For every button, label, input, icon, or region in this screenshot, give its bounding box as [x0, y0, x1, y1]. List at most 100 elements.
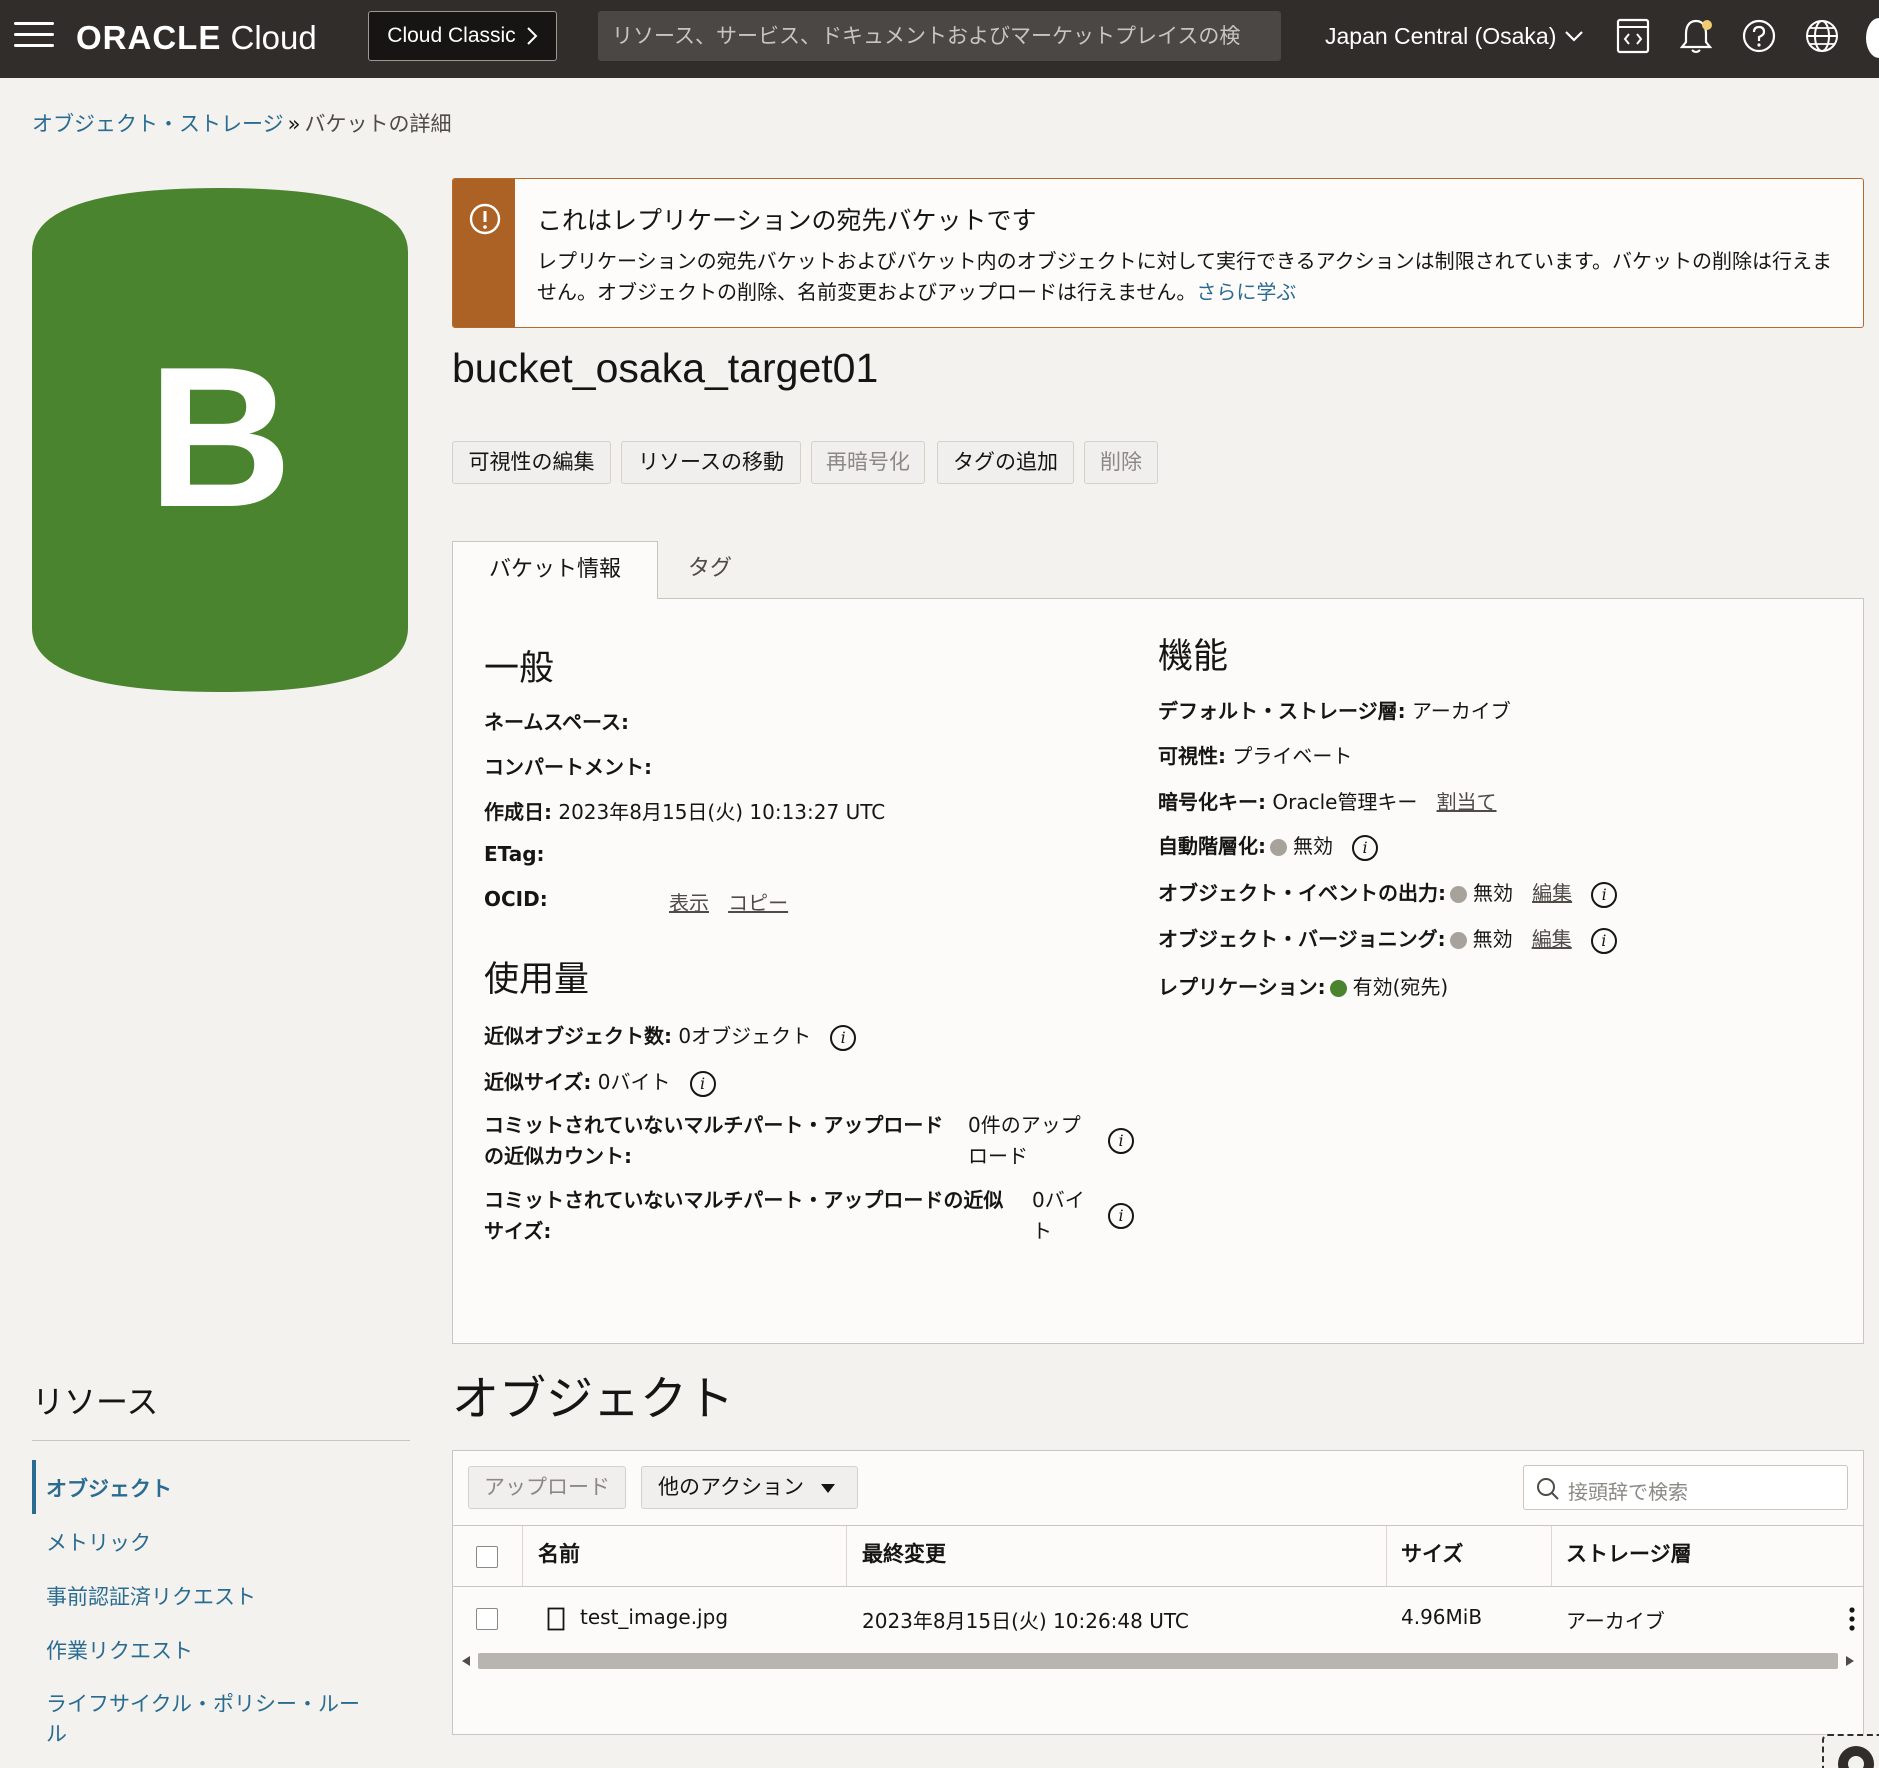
- encryption-key-row: 暗号化キー: Oracle管理キー 割当て: [1158, 786, 1497, 815]
- edit-versioning-link[interactable]: 編集: [1532, 927, 1572, 951]
- active-indicator: [32, 1460, 36, 1514]
- info-icon[interactable]: i: [1590, 927, 1617, 954]
- edit-events-link[interactable]: 編集: [1532, 881, 1572, 905]
- column-header-storage-tier[interactable]: ストレージ層: [1566, 1538, 1692, 1568]
- object-modified: 2023年8月15日(火) 10:26:48 UTC: [862, 1609, 1189, 1633]
- breadcrumb: オブジェクト・ストレージ» バケットの詳細: [32, 108, 451, 138]
- sidebar-item-preauth-requests[interactable]: 事前認証済リクエスト: [46, 1581, 256, 1611]
- general-heading: 一般: [484, 649, 555, 689]
- chevron-right-icon: [526, 27, 538, 45]
- multipart-count-label: コミットされていないマルチパート・アップロードの近似カウント:: [484, 1113, 944, 1168]
- select-all-checkbox[interactable]: [476, 1546, 498, 1568]
- notification-bell-icon[interactable]: [1674, 14, 1718, 58]
- versioning-label: オブジェクト・バージョニング:: [1158, 927, 1446, 951]
- caret-down-icon: [821, 1484, 835, 1493]
- page-title: bucket_osaka_target01: [452, 345, 879, 391]
- file-icon: [547, 1607, 565, 1631]
- prefix-search-input[interactable]: 接頭辞で検索: [1523, 1465, 1848, 1510]
- compartment-label: コンパートメント:: [484, 755, 652, 779]
- search-placeholder: 接頭辞で検索: [1568, 1480, 1688, 1504]
- breadcrumb-separator: »: [287, 112, 301, 136]
- encryption-key-value: Oracle管理キー: [1272, 790, 1418, 814]
- replication-row: レプリケーション: 有効(宛先): [1158, 971, 1448, 1000]
- info-icon[interactable]: i: [1108, 1128, 1134, 1154]
- column-divider: [846, 1526, 847, 1586]
- delete-button[interactable]: 削除: [1084, 441, 1158, 484]
- column-divider: [522, 1526, 523, 1586]
- visibility-label: 可視性:: [1158, 744, 1226, 768]
- code-editor-icon[interactable]: [1611, 14, 1655, 58]
- breadcrumb-object-storage-link[interactable]: オブジェクト・ストレージ: [32, 112, 284, 136]
- move-resource-button[interactable]: リソースの移動: [621, 441, 801, 484]
- top-navigation-bar: ORACLE Cloud Cloud Classic リソース、サービス、ドキュ…: [0, 0, 1879, 78]
- banner-title: これはレプリケーションの宛先バケットです: [537, 206, 1037, 235]
- cloud-classic-button[interactable]: Cloud Classic: [368, 11, 557, 61]
- info-icon[interactable]: i: [1352, 834, 1379, 861]
- info-icon[interactable]: i: [1591, 881, 1618, 908]
- visibility-value: プライベート: [1232, 744, 1353, 768]
- scroll-right-icon[interactable]: [1846, 1656, 1854, 1666]
- ocid-show-link[interactable]: 表示: [669, 891, 709, 915]
- column-header-name[interactable]: 名前: [538, 1538, 580, 1568]
- column-header-size[interactable]: サイズ: [1401, 1538, 1463, 1568]
- created-value: 2023年8月15日(火) 10:13:27 UTC: [558, 800, 886, 824]
- help-icon[interactable]: [1737, 14, 1781, 58]
- status-dot-disabled: [1270, 839, 1287, 856]
- visibility-row: 可視性: プライベート: [1158, 740, 1352, 769]
- edit-visibility-button[interactable]: 可視性の編集: [452, 441, 611, 484]
- oracle-cloud-logo[interactable]: ORACLE Cloud: [76, 16, 317, 60]
- kebab-menu-icon[interactable]: [1848, 1606, 1856, 1632]
- status-dot-enabled: [1329, 980, 1347, 997]
- created-row: 作成日: 2023年8月15日(火) 10:13:27 UTC: [484, 796, 885, 825]
- learn-more-link[interactable]: さらに学ぶ: [1196, 280, 1296, 304]
- column-header-modified[interactable]: 最終変更: [862, 1538, 946, 1568]
- ocid-actions: 表示 コピー: [669, 887, 788, 916]
- compartment-row: コンパートメント:: [484, 751, 652, 780]
- other-actions-dropdown[interactable]: 他のアクション: [641, 1466, 858, 1509]
- size-row: 近似サイズ: 0バイト i: [484, 1066, 716, 1097]
- profile-avatar-icon[interactable]: [1866, 18, 1879, 58]
- global-search-input[interactable]: リソース、サービス、ドキュメントおよびマーケットプレイスの検: [598, 11, 1281, 61]
- object-storage-tier: アーカイブ: [1566, 1609, 1665, 1633]
- hamburger-menu-icon[interactable]: [14, 22, 54, 54]
- row-checkbox[interactable]: [476, 1608, 498, 1630]
- info-icon[interactable]: i: [689, 1070, 716, 1097]
- other-actions-label: 他のアクション: [658, 1475, 804, 1499]
- scroll-left-icon[interactable]: [462, 1656, 470, 1666]
- namespace-label: ネームスペース:: [484, 710, 629, 734]
- ocid-copy-link[interactable]: コピー: [728, 891, 788, 915]
- tab-tags[interactable]: タグ: [688, 541, 732, 597]
- cloud-classic-label: Cloud Classic: [387, 24, 516, 47]
- banner-accent-bar: [453, 179, 515, 327]
- objects-heading: オブジェクト: [452, 1372, 734, 1427]
- bucket-icon: B: [32, 188, 408, 692]
- horizontal-scrollbar[interactable]: [456, 1650, 1860, 1672]
- reencrypt-button[interactable]: 再暗号化: [811, 441, 925, 484]
- upload-button[interactable]: アップロード: [468, 1466, 626, 1509]
- status-dot-disabled: [1449, 932, 1467, 949]
- storage-tier-label: デフォルト・ストレージ層:: [1158, 699, 1406, 723]
- replication-label: レプリケーション:: [1158, 975, 1326, 999]
- breadcrumb-current: バケットの詳細: [304, 112, 452, 136]
- region-selector[interactable]: Japan Central (Osaka): [1325, 14, 1584, 58]
- ocid-label: OCID:: [484, 887, 548, 911]
- sidebar-item-objects[interactable]: オブジェクト: [46, 1473, 172, 1503]
- info-icon[interactable]: i: [830, 1024, 857, 1051]
- assign-key-link[interactable]: 割当て: [1437, 790, 1497, 814]
- object-name-link[interactable]: test_image.jpg: [580, 1605, 728, 1629]
- namespace-row: ネームスペース:: [484, 706, 629, 735]
- sidebar-item-metrics[interactable]: メトリック: [46, 1527, 151, 1557]
- lifebuoy-icon: [1838, 1746, 1874, 1768]
- help-widget[interactable]: [1822, 1734, 1879, 1768]
- sidebar-item-lifecycle-rules[interactable]: ライフサイクル・ポリシー・ルール: [46, 1689, 376, 1749]
- multipart-count-value: 0件のアップロード: [968, 1113, 1081, 1168]
- status-dot-disabled: [1450, 886, 1467, 903]
- sidebar-item-work-requests[interactable]: 作業リクエスト: [46, 1635, 193, 1665]
- add-tags-button[interactable]: タグの追加: [937, 441, 1074, 484]
- usage-heading: 使用量: [484, 960, 590, 1000]
- scrollbar-thumb[interactable]: [478, 1653, 1838, 1669]
- info-icon[interactable]: i: [1108, 1203, 1134, 1229]
- language-globe-icon[interactable]: [1800, 14, 1844, 58]
- auto-tiering-row: 自動階層化: 無効 i: [1158, 830, 1379, 861]
- tab-bucket-info[interactable]: バケット情報: [452, 541, 658, 599]
